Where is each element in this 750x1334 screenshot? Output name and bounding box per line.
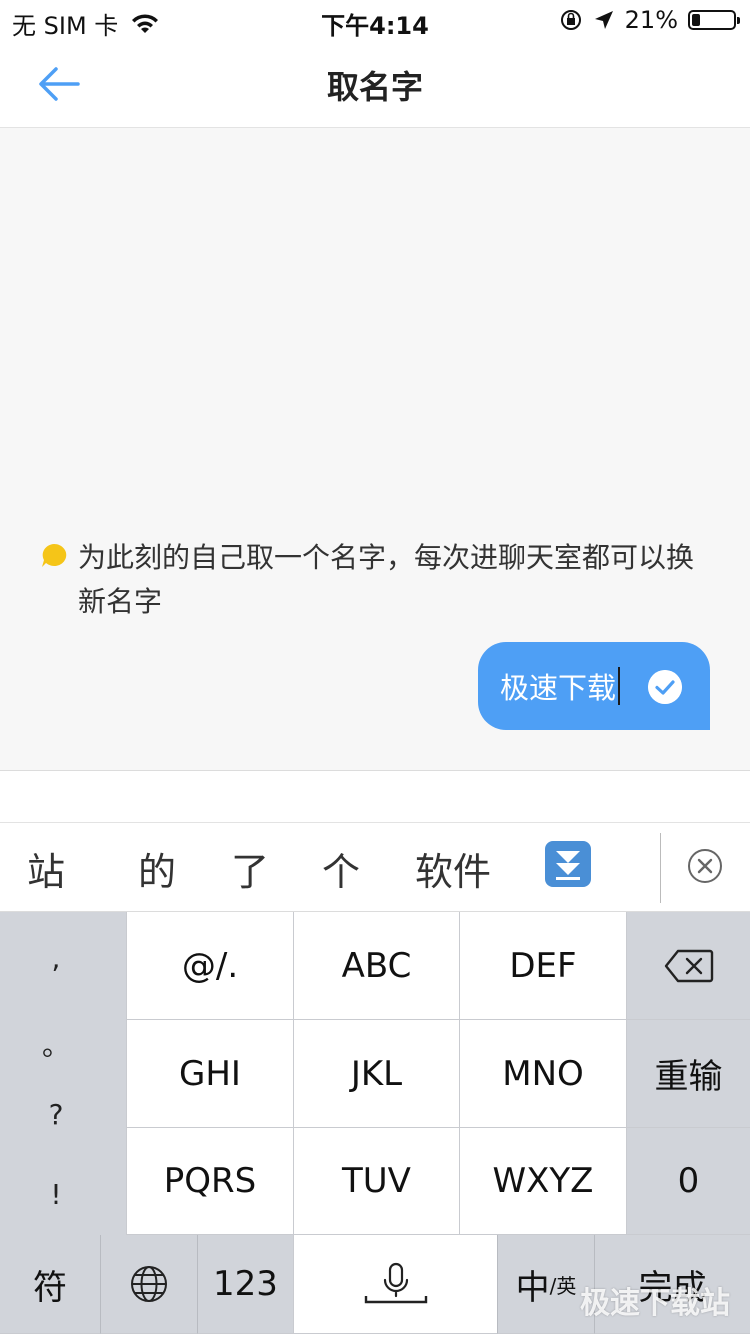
candidate-divider [660, 833, 661, 903]
text-caret [618, 667, 621, 705]
key-comma[interactable]: , [0, 942, 112, 975]
reenter-button[interactable]: 重输 [626, 1020, 750, 1128]
language-sub-label: /英 [549, 1273, 577, 1298]
chat-bubble-icon [42, 543, 67, 567]
key-question[interactable]: ? [0, 1098, 112, 1131]
symbols-key[interactable]: 符 [0, 1235, 100, 1334]
candidate-item[interactable]: 个 [322, 841, 360, 896]
voice-space-key[interactable] [293, 1235, 497, 1334]
numbers-key[interactable]: 123 [197, 1235, 293, 1334]
key-mno[interactable]: MNO [459, 1020, 626, 1128]
globe-key[interactable] [100, 1235, 197, 1334]
status-right: 21% [559, 6, 740, 34]
name-input-bubble[interactable]: 极速下载 [478, 642, 710, 730]
location-icon [594, 11, 613, 29]
candidate-bar: 站 的 了 个 软件 [0, 822, 750, 912]
key-wxyz[interactable]: WXYZ [459, 1128, 626, 1235]
rotation-lock-icon [560, 10, 581, 30]
key-exclamation[interactable]: ! [0, 1178, 112, 1211]
key-ghi[interactable]: GHI [126, 1020, 293, 1128]
punctuation-column: , 。 ? ! [0, 912, 126, 1234]
microphone-icon [364, 1262, 427, 1304]
globe-icon [131, 1266, 167, 1302]
expand-candidates-button[interactable] [545, 841, 591, 887]
done-key[interactable]: 完成 [594, 1235, 750, 1334]
name-prompt: 为此刻的自己取一个名字，每次进聊天室都可以换新名字 [40, 536, 700, 624]
key-pqrs[interactable]: PQRS [126, 1128, 293, 1235]
keyboard: , 。 ? ! @/. ABC DEF GHI JKL MNO 重输 PQRS … [0, 912, 750, 1334]
key-def[interactable]: DEF [459, 912, 626, 1020]
candidate-item[interactable]: 软件 [415, 841, 491, 896]
close-circle-icon[interactable] [686, 847, 724, 885]
input-area [0, 770, 750, 822]
key-abc[interactable]: ABC [293, 912, 459, 1020]
confirm-check-icon[interactable] [648, 670, 682, 704]
prompt-text: 为此刻的自己取一个名字，每次进聊天室都可以换新名字 [78, 541, 695, 618]
page-title: 取名字 [326, 68, 423, 106]
key-symbols-at[interactable]: @/. [126, 912, 293, 1020]
candidate-item[interactable]: 的 [138, 841, 176, 896]
key-period[interactable]: 。 [0, 1024, 112, 1064]
backspace-icon [664, 949, 713, 982]
key-zero[interactable]: 0 [626, 1128, 750, 1235]
backspace-button[interactable] [626, 912, 750, 1020]
candidate-item[interactable]: 站 [27, 841, 65, 896]
language-switch-key[interactable]: 中/英 [497, 1235, 594, 1334]
language-main-label: 中 [515, 1267, 550, 1308]
nav-bar: 取名字 [0, 40, 750, 128]
battery-percent: 21% [624, 6, 678, 34]
battery-icon [688, 10, 740, 30]
candidate-item[interactable]: 了 [231, 841, 269, 896]
name-input-text[interactable]: 极速下载 [500, 665, 616, 707]
status-bar: 无 SIM 卡 下午4:14 21% [0, 0, 750, 40]
double-chevron-down-icon [556, 851, 580, 880]
key-jkl[interactable]: JKL [293, 1020, 459, 1128]
key-tuv[interactable]: TUV [293, 1128, 459, 1235]
